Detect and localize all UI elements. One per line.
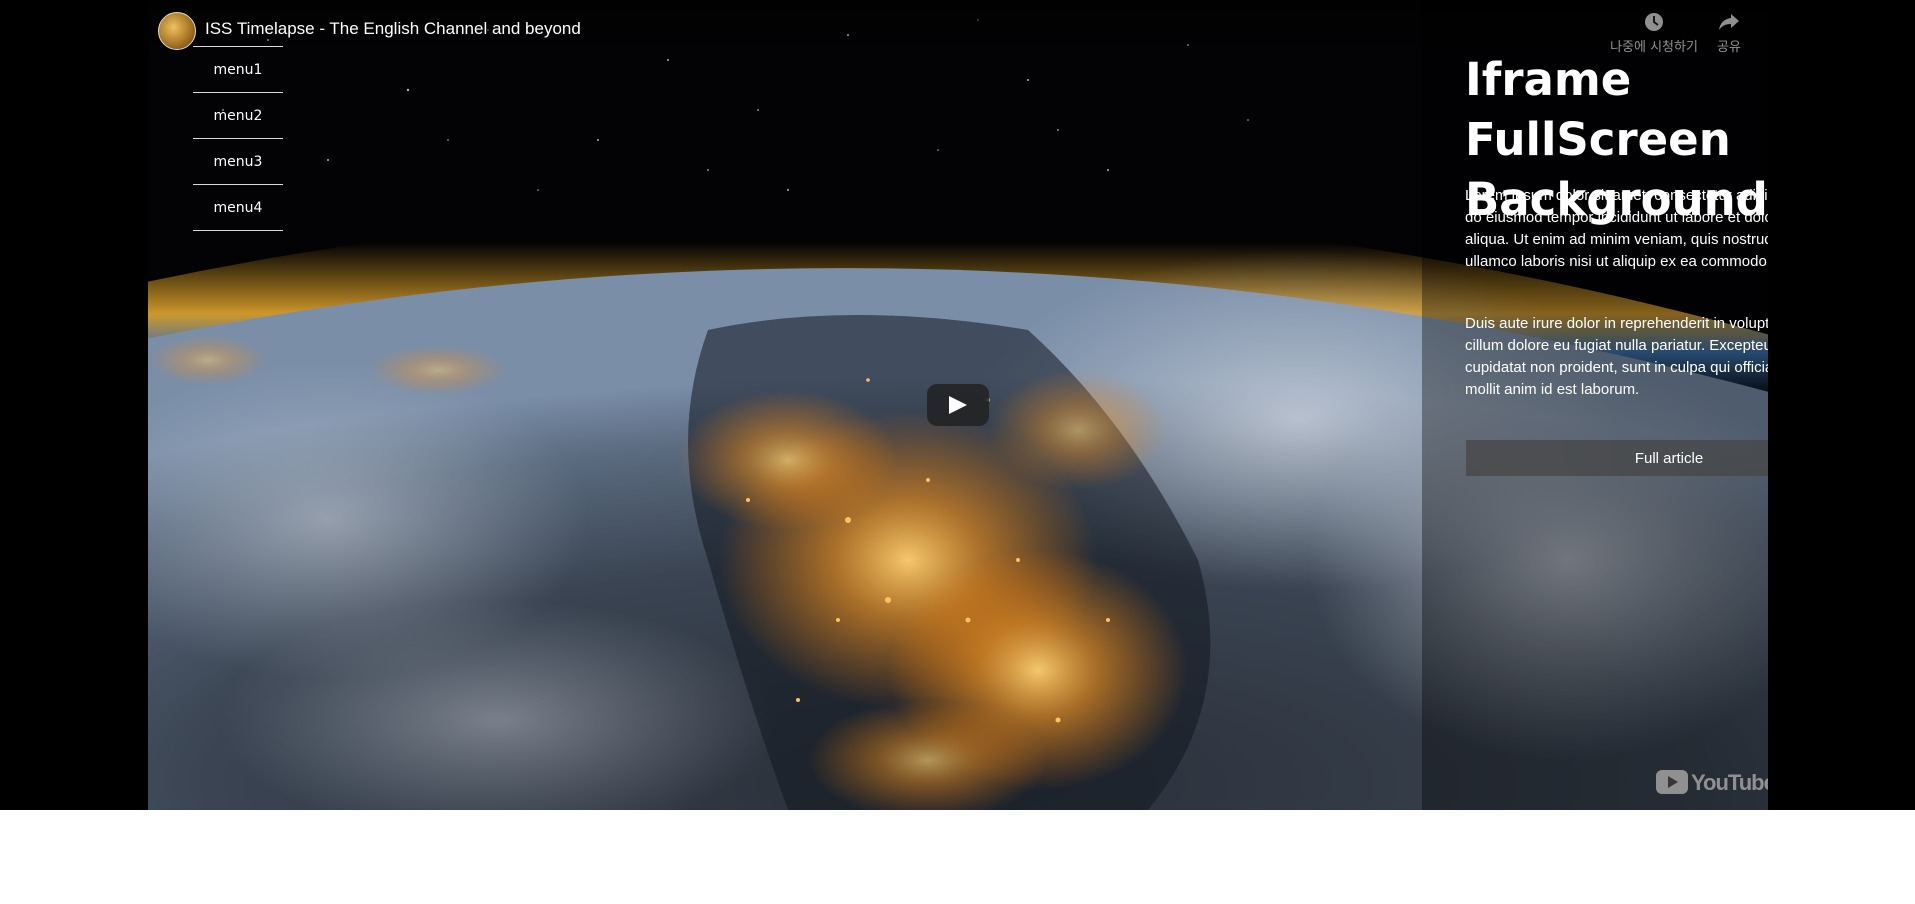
side-menu: menu1 menu2 menu3 menu4 xyxy=(193,46,283,231)
menu-item-4[interactable]: menu4 xyxy=(193,185,283,231)
video-title[interactable]: ISS Timelapse - The English Channel and … xyxy=(205,19,581,39)
menu-item-3[interactable]: menu3 xyxy=(193,139,283,185)
channel-avatar[interactable] xyxy=(158,12,196,50)
video-stage: ISS Timelapse - The English Channel and … xyxy=(0,0,1915,810)
menu-item-2[interactable]: menu2 xyxy=(193,93,283,139)
play-icon xyxy=(949,396,967,414)
youtube-embed[interactable]: ISS Timelapse - The English Channel and … xyxy=(148,0,1768,810)
full-article-button[interactable]: Full article xyxy=(1466,440,1768,476)
panel-paragraph-1: Lorem ipsum dolor sit amet, consectetur … xyxy=(1465,187,1768,270)
play-button[interactable] xyxy=(927,384,989,426)
menu-item-1[interactable]: menu1 xyxy=(193,47,283,93)
article-panel: Iframe FullScreen Background Lorem ipsum… xyxy=(1422,0,1768,810)
panel-paragraph-2: Duis aute irure dolor in reprehenderit i… xyxy=(1465,315,1768,398)
